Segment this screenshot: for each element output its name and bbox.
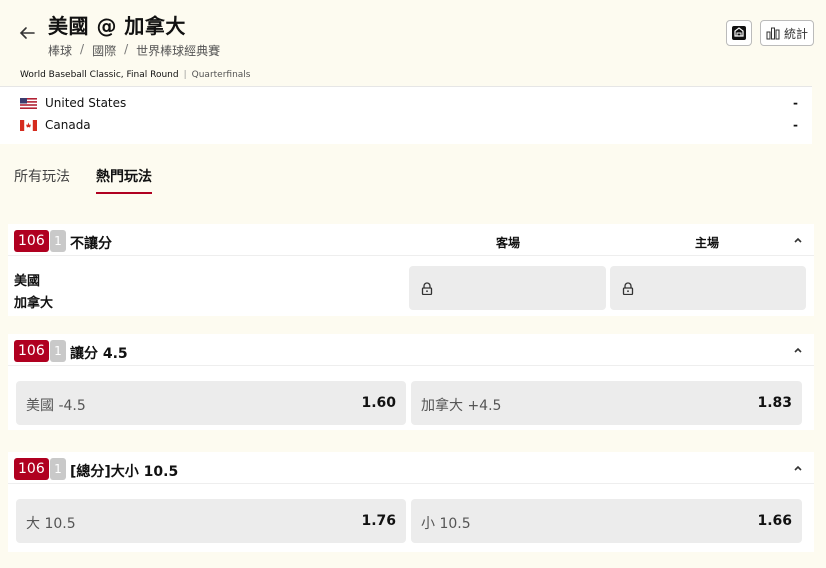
tab-all-markets[interactable]: 所有玩法	[14, 166, 70, 194]
odds-label: 美國 -4.5	[26, 398, 86, 414]
column-away: 客場	[496, 236, 521, 250]
odds-value: 1.76	[361, 513, 396, 529]
odds-label: 大 10.5	[26, 516, 76, 532]
breadcrumb: 棒球 / 國際 / 世界棒球經典賽	[48, 42, 220, 59]
chevron-up-icon[interactable]	[792, 344, 804, 356]
team-label-away: 美國	[14, 274, 41, 289]
odds-button-handicap-away[interactable]: 美國 -4.5 1.60	[16, 381, 406, 425]
odds-button-under[interactable]: 小 10.5 1.66	[411, 499, 802, 543]
match-header: 美國 @ 加拿大 棒球 / 國際 / 世界棒球經典賽 統計	[0, 0, 826, 68]
team-row-away: United States -	[20, 94, 800, 112]
market-header[interactable]: 106 1 [總分]大小 10.5	[8, 452, 814, 484]
odds-button-over[interactable]: 大 10.5 1.76	[16, 499, 406, 543]
market-title: 讓分 4.5	[70, 346, 128, 362]
column-home: 主場	[695, 236, 720, 250]
market-handicap: 106 1 讓分 4.5 美國 -4.5 1.60 加拿大 +4.5 1.83	[8, 334, 814, 430]
market-title: 不讓分	[70, 236, 112, 252]
tournament-separator: |	[183, 70, 187, 80]
market-moneyline: 106 1 不讓分 客場 主場 美國 加拿大	[8, 224, 814, 316]
market-count-badge: 1	[50, 340, 66, 362]
chevron-up-icon[interactable]	[792, 234, 804, 246]
bar-chart-icon	[766, 27, 780, 40]
chevron-up-icon[interactable]	[792, 462, 804, 474]
team-label-home: 加拿大	[14, 296, 54, 311]
market-tabs: 所有玩法 熱門玩法	[14, 166, 152, 194]
odds-value: 1.66	[757, 513, 792, 529]
canada-flag-icon	[20, 119, 37, 131]
page-title: 美國 @ 加拿大	[48, 14, 186, 38]
us-flag-icon	[20, 97, 37, 109]
team-score: -	[793, 96, 798, 110]
lock-icon	[421, 282, 433, 295]
market-count-badge: 1	[50, 458, 66, 480]
market-id-badge: 106	[14, 230, 49, 252]
market-totals: 106 1 [總分]大小 10.5 大 10.5 1.76 小 10.5 1.6…	[8, 452, 814, 552]
odds-button-away-locked[interactable]	[409, 266, 606, 310]
breadcrumb-item-league[interactable]: 世界棒球經典賽	[136, 42, 220, 59]
team-row-home: Canada -	[20, 116, 800, 134]
odds-label: 小 10.5	[421, 516, 471, 532]
market-title: [總分]大小 10.5	[70, 464, 179, 480]
odds-value: 1.83	[757, 395, 792, 411]
stats-label: 統計	[783, 26, 808, 41]
odds-value: 1.60	[361, 395, 396, 411]
back-arrow-icon[interactable]	[18, 24, 36, 42]
market-count-badge: 1	[50, 230, 66, 252]
team-score: -	[793, 118, 798, 132]
tournament-name: World Baseball Classic, Final Round	[20, 70, 179, 80]
odds-button-home-locked[interactable]	[610, 266, 806, 310]
breadcrumb-separator: /	[124, 42, 129, 56]
market-header[interactable]: 106 1 讓分 4.5	[8, 334, 814, 366]
market-id-badge: 106	[14, 458, 49, 480]
stats-button[interactable]: 統計	[760, 20, 814, 46]
team-name: United States	[45, 96, 127, 110]
team-name: Canada	[45, 118, 91, 132]
breadcrumb-item-region[interactable]: 國際	[92, 42, 116, 59]
tab-popular-markets[interactable]: 熱門玩法	[96, 166, 152, 194]
tournament-info: World Baseball Classic, Final Round | Qu…	[20, 70, 251, 80]
teams-scoreboard: United States - Canada -	[0, 86, 812, 144]
field-view-button[interactable]	[726, 20, 752, 46]
tournament-round: Quarterfinals	[191, 70, 251, 80]
stadium-icon	[732, 26, 746, 40]
market-header[interactable]: 106 1 不讓分 客場 主場	[8, 224, 814, 256]
market-id-badge: 106	[14, 340, 49, 362]
lock-icon	[622, 282, 634, 295]
odds-button-handicap-home[interactable]: 加拿大 +4.5 1.83	[411, 381, 802, 425]
breadcrumb-item-sport[interactable]: 棒球	[48, 42, 72, 59]
breadcrumb-separator: /	[80, 42, 85, 56]
odds-label: 加拿大 +4.5	[421, 398, 502, 414]
